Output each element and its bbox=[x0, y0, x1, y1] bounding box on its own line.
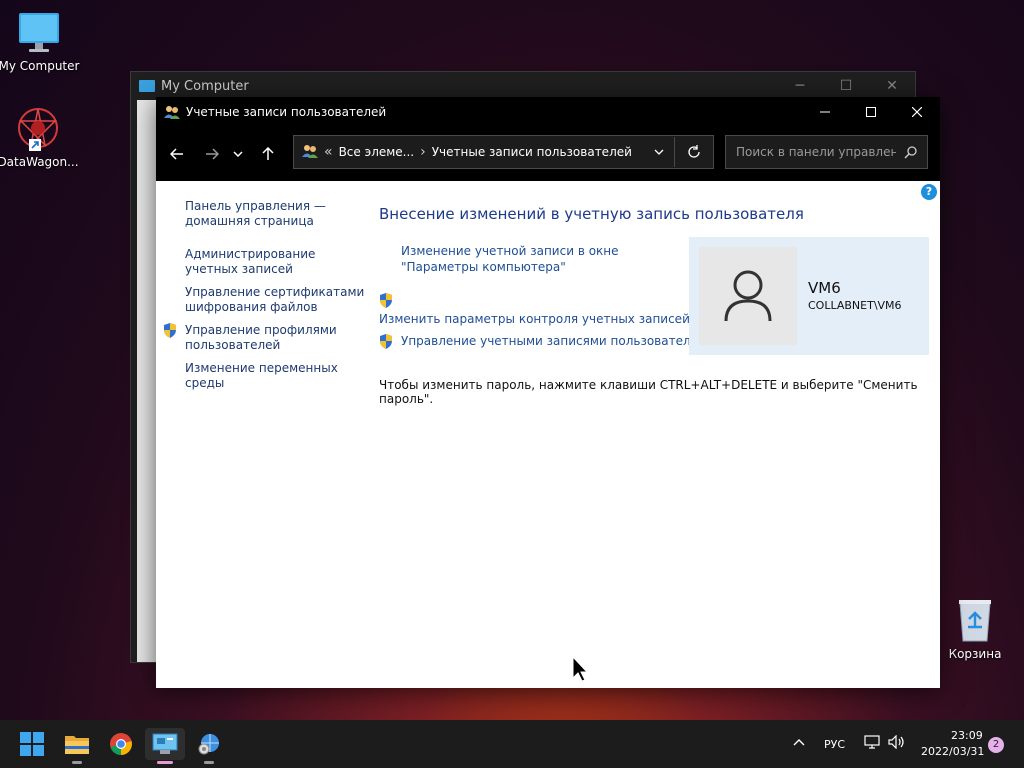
navigation-bar: « Все элеме... › Учетные записи пользова… bbox=[156, 127, 940, 181]
minimize-button[interactable] bbox=[802, 97, 848, 127]
background-window-content bbox=[137, 100, 157, 662]
user-account-card: VM6 COLLABNET\VM6 bbox=[689, 237, 929, 355]
user-icon bbox=[724, 270, 772, 322]
address-bar[interactable]: « Все элеме... › Учетные записи пользова… bbox=[293, 135, 714, 169]
arrow-left-icon bbox=[170, 148, 183, 160]
network-icon[interactable] bbox=[864, 735, 880, 752]
language-indicator[interactable]: РУС bbox=[824, 738, 845, 751]
sidebar-item-control-panel-home[interactable]: Панель управления — домашняя страница bbox=[156, 199, 366, 229]
sidebar-item-environment-variables[interactable]: Изменение переменных среды bbox=[156, 361, 366, 391]
running-indicator bbox=[157, 761, 173, 764]
desktop-icon-my-computer[interactable]: My Computer bbox=[0, 11, 81, 73]
desktop-icon-label: DataWagon... bbox=[0, 155, 79, 169]
sidebar-item-account-administration[interactable]: Администрирование учетных записей bbox=[156, 247, 366, 277]
computer-icon bbox=[139, 80, 155, 92]
desktop-icon-recycle-bin[interactable]: Корзина bbox=[933, 597, 1017, 661]
volume-icon[interactable] bbox=[888, 734, 906, 752]
link-change-account-in-settings[interactable]: Изменение учетной записи в окне "Парамет… bbox=[401, 243, 681, 275]
mouse-cursor-icon bbox=[572, 655, 589, 685]
taskbar: РУС 23:09 2022/03/31 bbox=[0, 720, 1024, 768]
background-window-titlebar[interactable]: My Computer ─ ☐ ✕ bbox=[131, 72, 915, 100]
arrow-up-icon bbox=[262, 147, 274, 160]
search-input[interactable] bbox=[734, 144, 898, 160]
window-content: ? Панель управления — домашняя страница … bbox=[156, 181, 940, 688]
users-icon bbox=[302, 143, 318, 162]
breadcrumb-separator[interactable]: › bbox=[420, 144, 426, 160]
taskbar-settings-app[interactable] bbox=[189, 728, 229, 764]
users-icon bbox=[164, 104, 180, 120]
user-avatar bbox=[699, 247, 797, 345]
maximize-button[interactable]: ☐ bbox=[823, 78, 869, 94]
recycle-bin-icon bbox=[955, 597, 995, 643]
refresh-button[interactable] bbox=[674, 137, 713, 167]
back-button[interactable] bbox=[162, 139, 192, 169]
overflow-chevron[interactable]: « bbox=[324, 144, 333, 160]
user-domain: COLLABNET\VM6 bbox=[808, 299, 902, 312]
notification-badge[interactable]: 2 bbox=[988, 737, 1004, 753]
show-hidden-icons-button[interactable] bbox=[793, 736, 805, 749]
window-title: Учетные записи пользователей bbox=[186, 105, 387, 119]
chevron-up-icon bbox=[793, 739, 805, 746]
datawagon-icon bbox=[15, 105, 61, 151]
desktop-icon-label: Корзина bbox=[948, 647, 1002, 661]
globe-gear-icon bbox=[198, 734, 219, 755]
windows-logo-icon bbox=[20, 732, 44, 756]
address-dropdown-button[interactable] bbox=[644, 149, 674, 155]
refresh-icon bbox=[688, 145, 700, 158]
clock-time[interactable]: 23:09 bbox=[951, 729, 983, 742]
recent-locations-button[interactable] bbox=[227, 139, 249, 169]
close-button[interactable] bbox=[894, 97, 940, 127]
chevron-down-icon bbox=[233, 151, 243, 157]
close-button[interactable]: ✕ bbox=[869, 78, 915, 94]
sidebar-item-label: Управление сертификатами шифрования файл… bbox=[185, 285, 365, 314]
sidebar: Панель управления — домашняя страница Ад… bbox=[156, 199, 366, 399]
maximize-button[interactable] bbox=[848, 97, 894, 127]
page-heading: Внесение изменений в учетную запись поль… bbox=[379, 205, 804, 223]
desktop-icon-label: My Computer bbox=[0, 59, 80, 73]
forward-button[interactable] bbox=[197, 139, 227, 169]
breadcrumb-user-accounts[interactable]: Учетные записи пользователей bbox=[432, 145, 632, 159]
up-button[interactable] bbox=[253, 139, 283, 169]
clock-date[interactable]: 2022/03/31 bbox=[921, 745, 984, 758]
sidebar-item-user-profiles[interactable]: Управление профилями пользователей bbox=[156, 323, 366, 353]
password-notice: Чтобы изменить пароль, нажмите клавиши C… bbox=[379, 378, 918, 406]
sidebar-item-label: Изменение переменных среды bbox=[185, 361, 338, 390]
folder-icon bbox=[65, 736, 89, 754]
running-indicator bbox=[204, 761, 214, 764]
link-manage-user-accounts[interactable]: Управление учетными записями пользовател… bbox=[401, 333, 706, 349]
chrome-icon bbox=[110, 733, 132, 755]
help-button[interactable]: ? bbox=[921, 184, 937, 200]
breadcrumb-all-items[interactable]: Все элеме... bbox=[339, 145, 415, 159]
taskbar-file-explorer[interactable] bbox=[57, 728, 97, 764]
running-indicator bbox=[72, 761, 82, 764]
taskbar-chrome[interactable] bbox=[101, 728, 141, 760]
control-panel-icon bbox=[152, 733, 178, 754]
sidebar-item-label: Администрирование учетных записей bbox=[185, 247, 316, 276]
sidebar-item-label: Панель управления — домашняя страница bbox=[185, 199, 326, 228]
search-box[interactable] bbox=[725, 135, 928, 169]
arrow-right-icon bbox=[206, 148, 219, 160]
background-window-title: My Computer bbox=[161, 78, 249, 94]
chevron-down-icon bbox=[654, 149, 664, 155]
sidebar-item-label: Управление профилями пользователей bbox=[185, 323, 337, 352]
taskbar-control-panel[interactable] bbox=[145, 728, 185, 764]
search-icon[interactable] bbox=[904, 145, 917, 159]
sidebar-item-file-encryption-certificates[interactable]: Управление сертификатами шифрования файл… bbox=[156, 285, 366, 315]
minimize-button[interactable]: ─ bbox=[777, 78, 823, 94]
user-name: VM6 bbox=[808, 279, 841, 297]
monitor-icon bbox=[17, 11, 61, 55]
desktop-icon-datawagon[interactable]: DataWagon... bbox=[0, 105, 80, 169]
shield-icon bbox=[379, 333, 393, 349]
shield-icon bbox=[163, 323, 177, 342]
window-titlebar[interactable]: Учетные записи пользователей bbox=[156, 97, 940, 127]
user-accounts-window[interactable]: Учетные записи пользователей « Все элеме… bbox=[156, 97, 940, 688]
start-button[interactable] bbox=[12, 728, 52, 760]
shortcut-arrow-icon bbox=[29, 139, 41, 151]
